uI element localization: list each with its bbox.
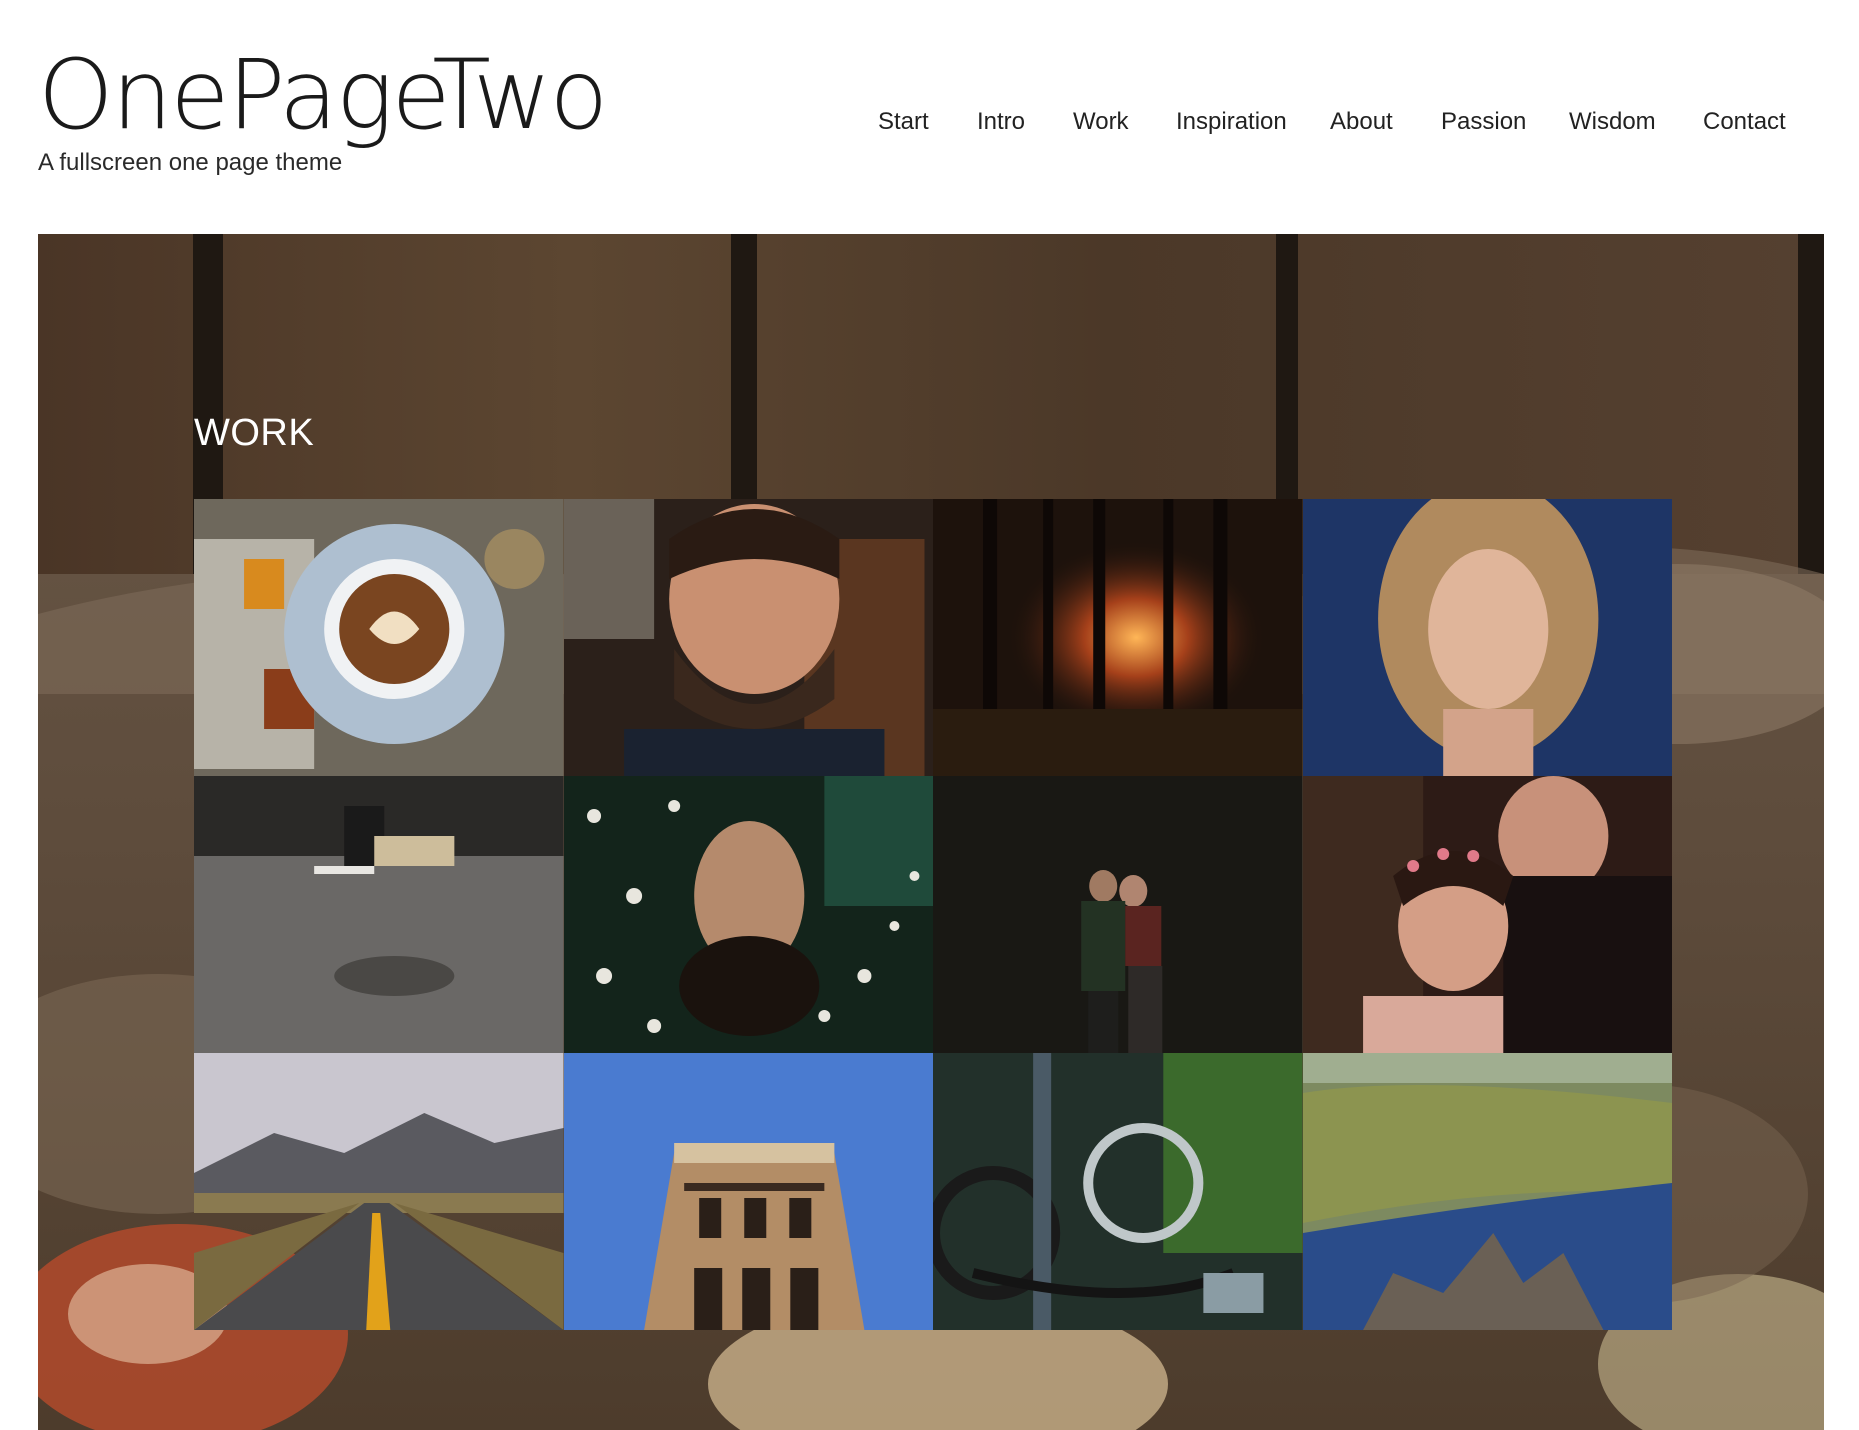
site-header: OnePageTwo A fullscreen one page theme S… [0,0,1859,234]
nav-item-passion[interactable]: Passion [1441,108,1526,136]
nav-item-start[interactable]: Start [878,108,929,136]
portrait-image [1302,499,1672,776]
road-image [194,1053,564,1330]
couple-image [1302,776,1672,1053]
gallery-item-desert-road[interactable] [194,1053,564,1330]
gallery-item-building[interactable] [563,1053,933,1330]
concrete-floor-image [194,776,564,1053]
gallery-item-coffee[interactable] [194,499,564,776]
couple-image [933,776,1303,1053]
nav-item-work[interactable]: Work [1073,108,1129,136]
gallery-item-couple-forest[interactable] [933,776,1303,1053]
gallery-item-man-writing[interactable] [194,776,564,1053]
landscape-image [1302,1053,1672,1330]
gallery-item-valley[interactable] [1302,1053,1672,1330]
work-section: WORK [38,234,1824,1430]
nav-item-contact[interactable]: Contact [1703,108,1786,136]
coffee-image [194,499,564,776]
nav-item-about[interactable]: About [1330,108,1393,136]
gallery-item-forest-sunset[interactable] [933,499,1303,776]
flowers-image [563,776,933,1053]
gallery-item-bicycle[interactable] [933,1053,1303,1330]
nav-item-intro[interactable]: Intro [977,108,1025,136]
building-image [563,1053,933,1330]
work-title: WORK [194,412,315,454]
work-gallery [194,499,1672,1330]
nav-item-wisdom[interactable]: Wisdom [1569,108,1656,136]
bicycle-image [933,1053,1303,1330]
portrait-image [563,499,933,776]
gallery-item-woman-portrait[interactable] [1302,499,1672,776]
forest-image [933,499,1303,776]
gallery-item-bearded-man[interactable] [563,499,933,776]
main-nav: Start Intro Work Inspiration About Passi… [0,108,1859,140]
gallery-item-woman-flowers[interactable] [563,776,933,1053]
nav-item-inspiration[interactable]: Inspiration [1176,108,1287,136]
site-tagline: A fullscreen one page theme [38,149,343,176]
gallery-item-embracing-couple[interactable] [1302,776,1672,1053]
